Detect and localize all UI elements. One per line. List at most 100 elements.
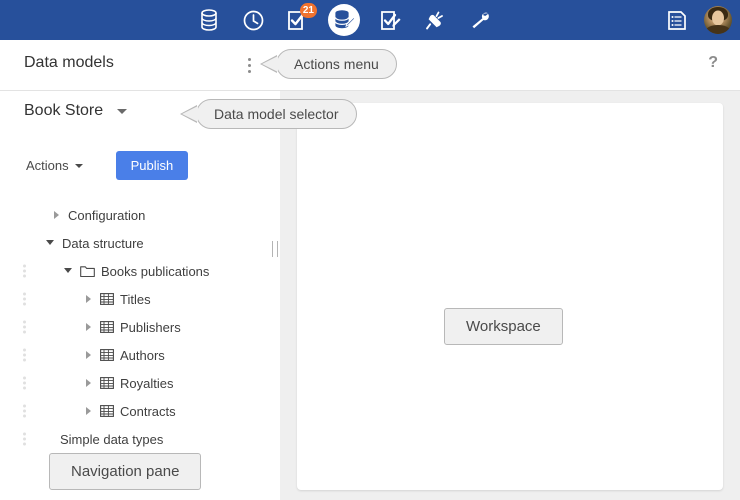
drag-dot bbox=[23, 321, 26, 324]
actions-dropdown[interactable]: Actions bbox=[24, 154, 85, 177]
annotation-navigation-pane: Navigation pane bbox=[49, 453, 201, 490]
toolbar-right-group bbox=[664, 0, 732, 40]
pane-splitter[interactable] bbox=[270, 91, 280, 500]
drag-dot bbox=[23, 275, 26, 278]
drag-handle[interactable] bbox=[20, 293, 28, 306]
page-title: Data models bbox=[24, 54, 114, 72]
folder-icon bbox=[80, 265, 95, 278]
drag-handle[interactable] bbox=[20, 265, 28, 278]
drag-dot bbox=[23, 405, 26, 408]
data-model-selector[interactable]: Book Store bbox=[24, 102, 127, 120]
toolbar-icon-group: 21 bbox=[196, 0, 492, 40]
tree-item-titles[interactable]: Titles bbox=[0, 285, 270, 313]
database-icon[interactable] bbox=[196, 7, 222, 33]
table-icon bbox=[100, 293, 114, 305]
tree-item-contracts[interactable]: Contracts bbox=[0, 397, 270, 425]
drag-dot bbox=[23, 326, 26, 329]
clock-icon[interactable] bbox=[240, 7, 266, 33]
chevron-right-icon[interactable] bbox=[84, 294, 94, 304]
actions-dropdown-label: Actions bbox=[26, 158, 69, 173]
tree-item-configuration[interactable]: Configuration bbox=[0, 201, 270, 229]
annotation-data-model-selector: Data model selector bbox=[196, 99, 357, 129]
wrench-icon[interactable] bbox=[466, 7, 492, 33]
grip-bar bbox=[272, 241, 273, 257]
callout-tail-inner bbox=[262, 56, 278, 72]
task-check-icon[interactable]: 21 bbox=[284, 7, 310, 33]
drag-dot bbox=[23, 359, 26, 362]
tree-item-royalties[interactable]: Royalties bbox=[0, 369, 270, 397]
chevron-right-icon[interactable] bbox=[52, 210, 62, 220]
chevron-down-icon bbox=[75, 164, 83, 168]
tree-item-publishers[interactable]: Publishers bbox=[0, 313, 270, 341]
publish-button[interactable]: Publish bbox=[116, 151, 189, 180]
drag-dot bbox=[23, 387, 26, 390]
annotation-label: Data model selector bbox=[214, 106, 339, 122]
drag-handle[interactable] bbox=[20, 433, 28, 446]
table-icon bbox=[100, 405, 114, 417]
drag-handle[interactable] bbox=[20, 349, 28, 362]
tree-item-label: Data structure bbox=[62, 236, 144, 251]
tree-item-label: Authors bbox=[120, 348, 165, 363]
chevron-down-icon[interactable] bbox=[64, 266, 74, 276]
table-icon bbox=[100, 349, 114, 361]
drag-handle[interactable] bbox=[20, 405, 28, 418]
tree-item-label: Books publications bbox=[101, 264, 209, 279]
tree-item-label: Royalties bbox=[120, 376, 173, 391]
drag-dot bbox=[23, 349, 26, 352]
app-toolbar: 21 bbox=[0, 0, 740, 40]
kebab-dot bbox=[248, 58, 251, 61]
data-model-tree: Configuration Data structure bbox=[0, 201, 270, 453]
drag-dot bbox=[23, 298, 26, 301]
tree-item-simple-data-types[interactable]: Simple data types bbox=[0, 425, 270, 453]
kebab-dot bbox=[248, 64, 251, 67]
drag-dot bbox=[23, 438, 26, 441]
drag-handle[interactable] bbox=[20, 321, 28, 334]
plug-icon[interactable] bbox=[422, 7, 448, 33]
kebab-dot bbox=[248, 70, 251, 73]
tree-item-label: Titles bbox=[120, 292, 151, 307]
chevron-right-icon[interactable] bbox=[84, 406, 94, 416]
navigation-pane: Book Store Actions Publish Configuration bbox=[0, 91, 270, 500]
task-edit-icon[interactable] bbox=[378, 7, 404, 33]
drag-dot bbox=[23, 443, 26, 446]
chevron-down-icon bbox=[117, 109, 127, 114]
chevron-right-icon[interactable] bbox=[84, 322, 94, 332]
tree-item-books-publications[interactable]: Books publications bbox=[0, 257, 270, 285]
workspace-panel[interactable] bbox=[297, 103, 723, 490]
avatar-face bbox=[712, 10, 724, 25]
drag-handle[interactable] bbox=[20, 377, 28, 390]
tree-item-authors[interactable]: Authors bbox=[0, 341, 270, 369]
content-area: Book Store Actions Publish Configuration bbox=[0, 91, 740, 500]
drag-dot bbox=[23, 433, 26, 436]
data-model-name: Book Store bbox=[24, 102, 103, 120]
tree-item-label: Publishers bbox=[120, 320, 181, 335]
actions-menu-button[interactable] bbox=[242, 54, 256, 76]
table-icon bbox=[100, 377, 114, 389]
table-icon bbox=[100, 321, 114, 333]
callout-tail-inner bbox=[182, 106, 198, 122]
drag-dot bbox=[23, 303, 26, 306]
drag-dot bbox=[23, 382, 26, 385]
drag-dot bbox=[23, 415, 26, 418]
notification-badge: 21 bbox=[300, 3, 317, 18]
tree-item-label: Configuration bbox=[68, 208, 145, 223]
drag-dot bbox=[23, 331, 26, 334]
data-model-icon[interactable] bbox=[328, 4, 360, 36]
tree-item-label: Contracts bbox=[120, 404, 176, 419]
drag-dot bbox=[23, 270, 26, 273]
navpane-toolbar: Actions Publish bbox=[24, 151, 188, 180]
grip-bar bbox=[277, 241, 278, 257]
chevron-right-icon[interactable] bbox=[84, 378, 94, 388]
annotation-workspace: Workspace bbox=[444, 308, 563, 345]
list-document-icon[interactable] bbox=[664, 7, 690, 33]
annotation-actions-menu: Actions menu bbox=[276, 49, 397, 79]
tree-item-data-structure[interactable]: Data structure bbox=[0, 229, 270, 257]
avatar[interactable] bbox=[704, 6, 732, 34]
drag-dot bbox=[23, 293, 26, 296]
drag-dot bbox=[23, 410, 26, 413]
help-icon[interactable]: ? bbox=[708, 53, 718, 73]
chevron-down-icon[interactable] bbox=[46, 238, 56, 248]
splitter-grip-icon[interactable] bbox=[272, 241, 278, 257]
drag-dot bbox=[23, 377, 26, 380]
chevron-right-icon[interactable] bbox=[84, 350, 94, 360]
